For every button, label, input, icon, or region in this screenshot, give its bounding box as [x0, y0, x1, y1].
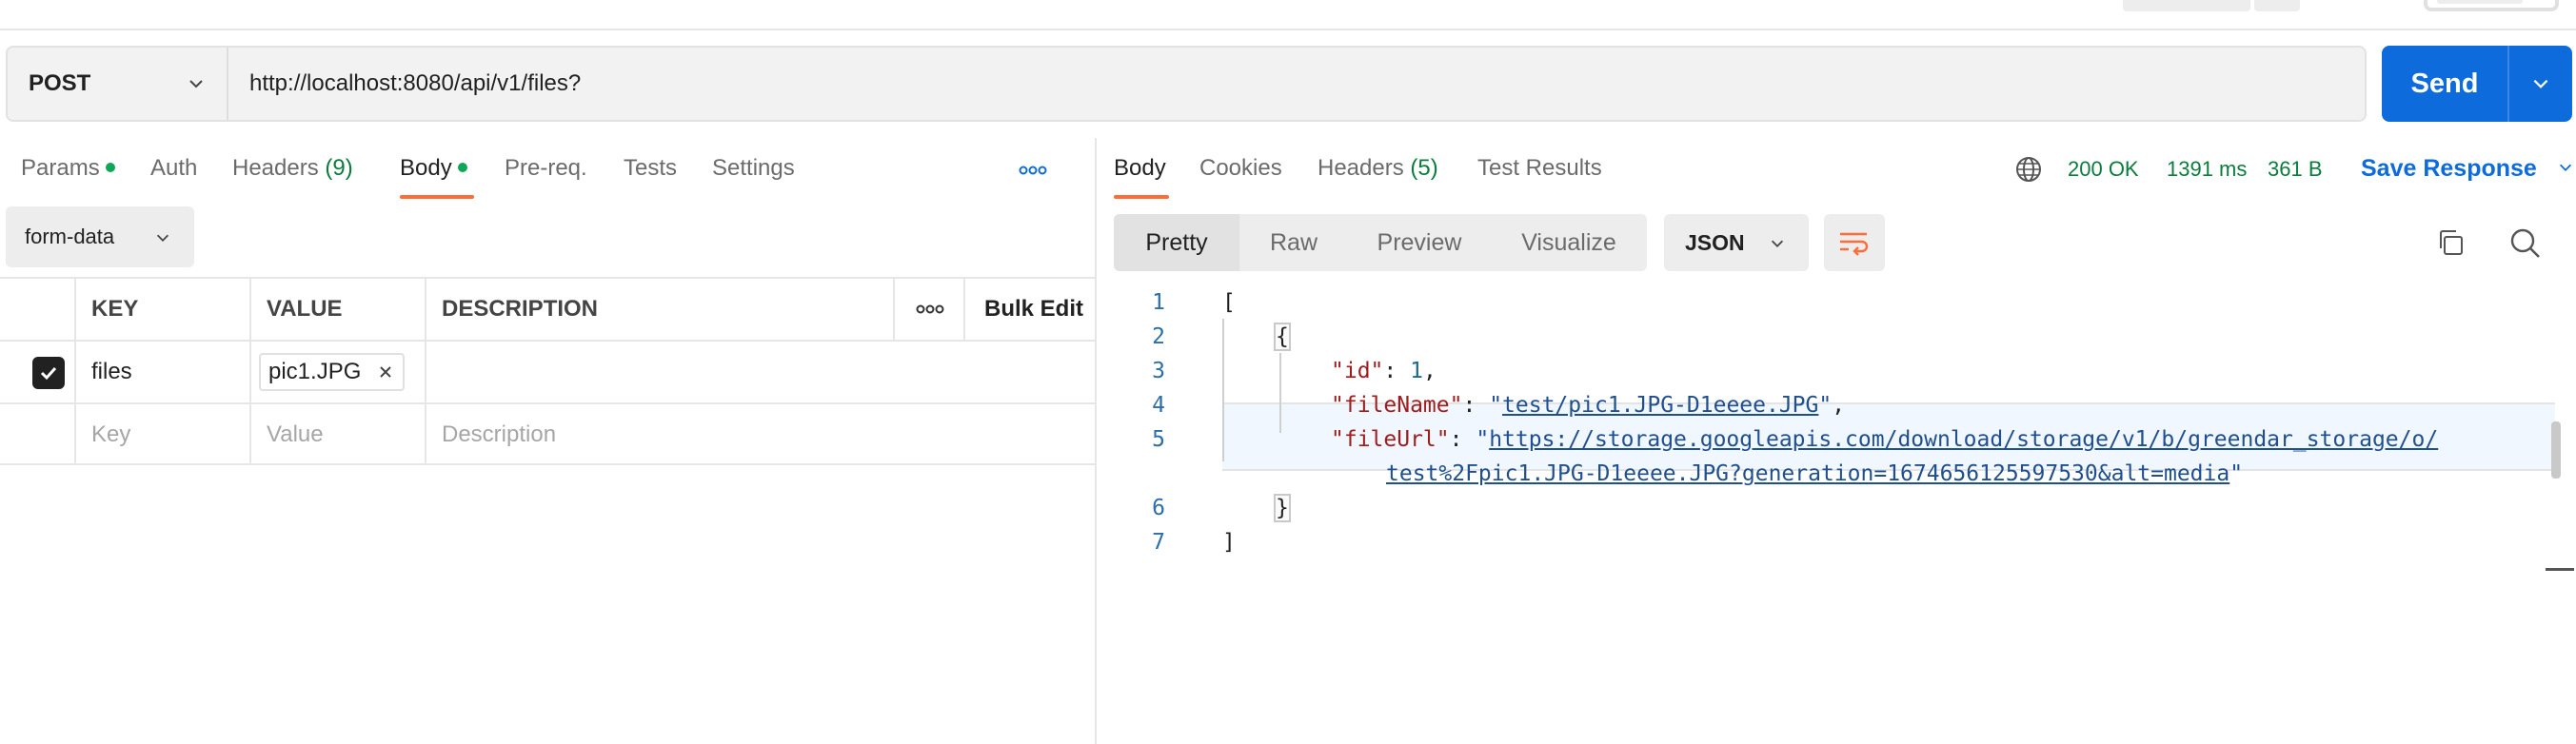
- table-row: files pic1.JPG: [0, 340, 1097, 402]
- table-row-empty: Key Value Description: [0, 402, 1097, 465]
- format-select[interactable]: JSON: [1664, 214, 1809, 271]
- line-number: 5: [1152, 427, 1165, 452]
- chevron-down-icon: [1771, 240, 1784, 247]
- active-tab-indicator: [400, 195, 474, 199]
- form-data-table: KEY VALUE DESCRIPTION Bulk Edit files pi…: [0, 277, 1097, 465]
- code-line: [: [1222, 290, 1236, 315]
- line-number: 3: [1152, 359, 1165, 383]
- send-options-button[interactable]: [2509, 46, 2572, 122]
- code-line: "id": 1,: [1331, 359, 1437, 383]
- chevron-down-icon: [156, 234, 169, 242]
- method-select[interactable]: POST: [8, 48, 228, 120]
- close-icon[interactable]: [378, 364, 393, 380]
- value-input[interactable]: Value: [249, 404, 425, 465]
- response-body-viewer[interactable]: 1 [ 2 { 3 "id": 1, 4 "fileName": "test/p…: [1099, 290, 2576, 671]
- code-line-wrapped: test%2Fpic1.JPG-D1eeee.JPG?generation=16…: [1386, 461, 2244, 486]
- tab-params[interactable]: Params: [21, 155, 115, 182]
- format-label: JSON: [1685, 229, 1745, 255]
- toolbar-button-partial[interactable]: [2254, 0, 2300, 11]
- description-cell[interactable]: [425, 342, 1097, 402]
- top-toolbar-strip: [0, 0, 2576, 30]
- view-mode-group: Pretty Raw Preview Visualize: [1114, 214, 1647, 271]
- line-number: 6: [1152, 496, 1165, 520]
- chevron-down-icon: [189, 80, 203, 88]
- url-input[interactable]: http://localhost:8080/api/v1/files?: [228, 48, 2365, 120]
- more-horizontal-icon[interactable]: [1019, 165, 1047, 176]
- tab-headers[interactable]: Headers (9): [232, 155, 353, 182]
- code-line: {: [1274, 323, 1291, 351]
- active-tab-indicator: [1114, 195, 1169, 199]
- code-line: ]: [1222, 530, 1236, 555]
- column-header-value: VALUE: [249, 279, 425, 340]
- row-enabled-checkbox[interactable]: [32, 357, 65, 389]
- table-header-row: KEY VALUE DESCRIPTION Bulk Edit: [0, 277, 1097, 340]
- response-tab-body[interactable]: Body: [1114, 155, 1166, 182]
- status-code[interactable]: 200 OK: [2068, 157, 2139, 182]
- wrap-lines-icon: [1840, 232, 1869, 256]
- tab-settings[interactable]: Settings: [712, 155, 795, 182]
- file-name: pic1.JPG: [268, 359, 362, 384]
- column-header-key: KEY: [74, 279, 249, 340]
- line-number: 2: [1152, 324, 1165, 349]
- environment-selector-partial[interactable]: [2424, 0, 2559, 11]
- line-number: 7: [1152, 530, 1165, 555]
- value-cell[interactable]: pic1.JPG: [249, 342, 425, 402]
- toolbar-button-partial[interactable]: [2123, 0, 2250, 11]
- code-line: "fileUrl": "https://storage.googleapis.c…: [1331, 427, 2439, 452]
- table-options-button[interactable]: [893, 279, 963, 340]
- response-tab-test-results[interactable]: Test Results: [1477, 155, 1602, 182]
- more-horizontal-icon: [916, 304, 944, 314]
- scrollbar-thumb[interactable]: [2551, 421, 2561, 479]
- bulk-edit-button[interactable]: Bulk Edit: [963, 279, 1097, 340]
- search-icon[interactable]: [2509, 227, 2542, 260]
- line-number: 1: [1152, 290, 1165, 315]
- indent-guide: [1279, 353, 1281, 433]
- body-mode-select[interactable]: form-data: [6, 206, 194, 267]
- chevron-down-icon: [2533, 79, 2548, 88]
- checkmark-icon: [40, 366, 57, 381]
- view-raw[interactable]: Raw: [1239, 214, 1348, 271]
- send-button[interactable]: Send: [2382, 46, 2509, 122]
- chevron-down-icon: [2559, 164, 2571, 171]
- response-tab-headers[interactable]: Headers (5): [1318, 155, 1438, 182]
- line-number: 4: [1152, 393, 1165, 418]
- tab-tests[interactable]: Tests: [624, 155, 677, 182]
- tab-pre-request[interactable]: Pre-req.: [505, 155, 587, 182]
- globe-icon[interactable]: [2014, 155, 2043, 184]
- send-button-group: Send: [2382, 46, 2572, 122]
- request-url-bar: POST http://localhost:8080/api/v1/files?: [6, 46, 2367, 122]
- view-visualize[interactable]: Visualize: [1491, 214, 1647, 271]
- file-chip: pic1.JPG: [259, 353, 406, 391]
- body-mode-label: form-data: [25, 225, 115, 248]
- save-response-button[interactable]: Save Response: [2361, 155, 2574, 183]
- active-dot: [457, 162, 467, 172]
- request-pane: Params Auth Headers (9) Body Pre-req. Te…: [0, 138, 1097, 744]
- response-time[interactable]: 1391 ms: [2167, 157, 2247, 182]
- key-input[interactable]: Key: [74, 404, 249, 465]
- code-line: }: [1274, 494, 1291, 522]
- copy-icon[interactable]: [2435, 227, 2466, 258]
- view-pretty[interactable]: Pretty: [1114, 214, 1239, 271]
- method-label: POST: [29, 70, 91, 96]
- description-input[interactable]: Description: [425, 404, 1097, 465]
- wrap-lines-button[interactable]: [1824, 214, 1885, 271]
- active-dot: [105, 162, 115, 172]
- tab-body[interactable]: Body: [400, 155, 467, 182]
- view-preview[interactable]: Preview: [1348, 214, 1491, 271]
- response-size[interactable]: 361 B: [2268, 157, 2323, 182]
- response-pane: Body Cookies Headers (5) Test Results 20…: [1099, 138, 2576, 744]
- tab-auth[interactable]: Auth: [150, 155, 197, 182]
- key-cell[interactable]: files: [74, 342, 249, 402]
- column-header-description: DESCRIPTION: [425, 279, 893, 340]
- code-line: "fileName": "test/pic1.JPG-D1eeee.JPG",: [1331, 393, 1846, 418]
- request-tabs: Params Auth Headers (9) Body Pre-req. Te…: [0, 138, 1095, 205]
- indent-guide: [1222, 319, 1224, 461]
- response-tab-cookies[interactable]: Cookies: [1199, 155, 1282, 182]
- scroll-marker: [2546, 568, 2574, 571]
